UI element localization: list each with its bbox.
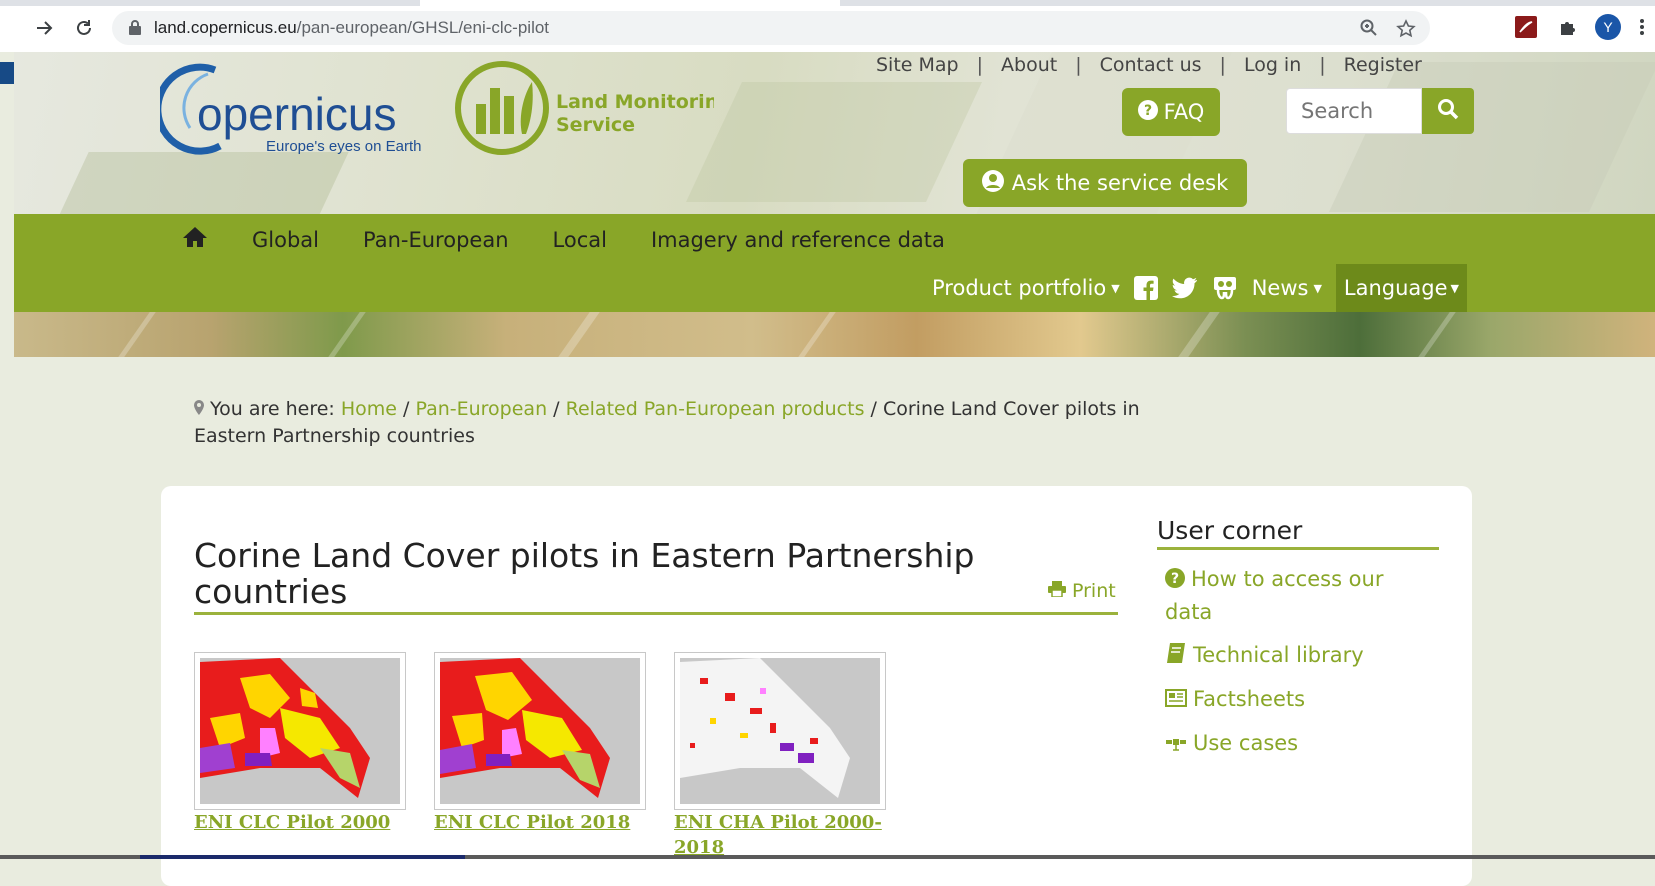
svg-text:?: ? [1171,571,1179,587]
slideshare-icon[interactable] [1212,275,1238,301]
search-button[interactable] [1422,88,1474,134]
user-corner-factsheets[interactable]: Factsheets [1165,684,1305,717]
breadcrumb-related-products[interactable]: Related Pan-European products [566,398,865,420]
nav-local[interactable]: Local [553,228,607,252]
site-map-link[interactable]: Site Map [876,54,959,76]
thumbnail-clc-2000[interactable] [194,652,406,810]
nav-global[interactable]: Global [252,228,319,252]
zoom-icon[interactable] [1360,19,1378,41]
map-image [680,658,880,804]
svg-text:Land Monitoring: Land Monitoring [556,91,714,113]
browser-menu-icon[interactable] [1635,14,1649,40]
nav-imagery-reference-data[interactable]: Imagery and reference data [651,228,945,252]
thumbnail-label-clc-2000[interactable]: ENI CLC Pilot 2000 [194,810,414,835]
user-circle-icon [981,169,1004,197]
facebook-icon[interactable] [1133,276,1158,300]
fields-banner-image [14,312,1655,357]
user-corner-divider [1157,547,1439,550]
faq-label: FAQ [1163,100,1205,124]
register-link[interactable]: Register [1344,54,1422,76]
home-icon[interactable] [182,226,208,253]
book-icon [1165,642,1187,673]
thumbnail-clc-2018[interactable] [434,652,646,810]
tab-strip [0,0,1655,6]
svg-text:?: ? [1144,103,1152,119]
breadcrumb-home[interactable]: Home [341,398,397,420]
print-icon [1048,580,1066,602]
browser-toolbar: land.copernicus.eu/pan-european/GHSL/eni… [0,0,1655,52]
newspaper-icon [1165,686,1187,717]
bookmark-star-icon[interactable] [1396,19,1416,43]
satellite-icon [1165,730,1187,761]
map-image [200,658,400,804]
address-bar[interactable]: land.copernicus.eu/pan-european/GHSL/eni… [112,11,1430,45]
product-portfolio-menu[interactable]: Product portfolio ▼ [932,276,1120,300]
thumbnail-label-clc-2018[interactable]: ENI CLC Pilot 2018 [434,810,654,835]
twitter-icon[interactable] [1171,277,1198,299]
breadcrumb: You are here: Home / Pan-European / Rela… [194,398,1140,447]
site-header: opernicus Europe's eyes on Earth Land Mo… [14,52,1655,215]
question-circle-icon: ? [1165,566,1185,597]
user-corner-title: User corner [1157,516,1303,545]
contact-us-link[interactable]: Contact us [1100,54,1202,76]
print-link[interactable]: Print [1048,580,1116,602]
faq-button[interactable]: ? FAQ [1122,88,1220,136]
ask-service-desk-button[interactable]: Ask the service desk [963,159,1247,207]
breadcrumb-pan-european[interactable]: Pan-European [415,398,547,420]
main-navigation: Global Pan-European Local Imagery and re… [14,214,1655,312]
os-taskbar [0,855,1655,859]
reload-icon[interactable] [70,14,98,42]
user-corner-technical-library[interactable]: Technical library [1165,640,1364,673]
copernicus-logo[interactable]: opernicus Europe's eyes on Earth [154,58,430,162]
address-url: land.copernicus.eu/pan-european/GHSL/eni… [154,18,550,37]
thumbnail-cha-2000-2018[interactable] [674,652,886,810]
side-marker [0,62,14,84]
title-divider [194,612,1118,615]
thumbnail-label-cha-2000-2018[interactable]: ENI CHA Pilot 2000-2018 [674,810,884,860]
search-input[interactable] [1286,88,1422,134]
svg-text:Service: Service [556,114,635,136]
lock-icon [128,19,142,39]
top-links: Site Map | About | Contact us | Log in |… [876,54,1422,76]
breadcrumb-prefix: You are here: [210,398,335,420]
map-image [440,658,640,804]
nav-pan-european[interactable]: Pan-European [363,228,509,252]
forward-icon[interactable] [30,14,58,42]
land-monitoring-logo[interactable]: Land Monitoring Service [454,60,732,164]
log-in-link[interactable]: Log in [1244,54,1301,76]
user-corner-access-data[interactable]: ? How to access our data [1165,564,1415,628]
svg-text:Europe's eyes on Earth: Europe's eyes on Earth [266,138,421,155]
svg-text:opernicus: opernicus [197,88,396,140]
profile-avatar[interactable]: Y [1595,14,1621,40]
ask-service-desk-label: Ask the service desk [1011,171,1229,195]
language-menu[interactable]: Language ▼ [1335,264,1468,312]
pdf-extension-icon[interactable] [1513,14,1539,40]
extensions-puzzle-icon[interactable] [1555,14,1581,40]
news-menu[interactable]: News ▼ [1252,276,1322,300]
map-marker-icon [194,398,210,420]
page-title: Corine Land Cover pilots in Eastern Part… [194,536,975,611]
question-circle-icon: ? [1137,99,1158,125]
about-link[interactable]: About [1001,54,1057,76]
search-icon [1437,98,1459,124]
user-corner-use-cases[interactable]: Use cases [1165,728,1298,761]
